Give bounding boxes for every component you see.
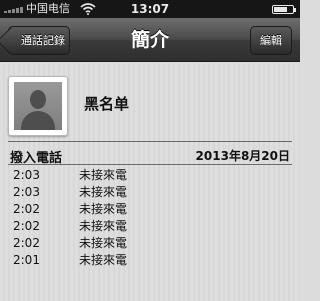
contact-detail-view: 黑名单 撥入電話 2013年8月20日 2:03 未接來電 2:03 未接來電 …	[0, 63, 300, 301]
call-log-row: 2:01 未接來電	[0, 252, 300, 269]
back-button-label: 通話記錄	[21, 34, 65, 47]
call-log-row: 2:03 未接來電	[0, 167, 300, 184]
call-status: 未接來電	[79, 185, 128, 199]
navigation-bar: 簡介 通話記錄 編輯	[0, 18, 300, 62]
call-status: 未接來電	[79, 236, 128, 250]
battery-level-fill	[274, 7, 287, 12]
contact-name: 黑名单	[84, 95, 130, 113]
avatar[interactable]	[8, 76, 68, 136]
call-log-row: 2:02 未接來電	[0, 235, 300, 252]
back-button[interactable]: 通話記錄	[8, 26, 70, 55]
call-time: 2:02	[13, 202, 40, 216]
call-status: 未接來電	[79, 168, 128, 182]
divider	[8, 164, 292, 165]
call-date: 2013年8月20日	[195, 149, 290, 163]
status-bar: 中国电信 13:07	[0, 0, 300, 18]
call-status: 未接來電	[79, 219, 128, 233]
call-log-row: 2:03 未接來電	[0, 184, 300, 201]
call-status: 未接來電	[79, 202, 128, 216]
person-placeholder-icon	[14, 82, 62, 130]
phone-screen: 中国电信 13:07 簡介 通話記錄 編輯 黑名单 撥入電話 2013年8月20…	[0, 0, 300, 301]
call-time: 2:02	[13, 236, 40, 250]
call-time: 2:03	[13, 168, 40, 182]
call-time: 2:02	[13, 219, 40, 233]
edit-button[interactable]: 編輯	[250, 26, 292, 55]
call-log-row: 2:02 未接來電	[0, 201, 300, 218]
divider	[8, 141, 292, 142]
call-time: 2:03	[13, 185, 40, 199]
call-time: 2:01	[13, 253, 40, 267]
call-log-list: 2:03 未接來電 2:03 未接來電 2:02 未接來電 2:02 未接來電 …	[0, 167, 300, 269]
battery-icon	[272, 5, 296, 14]
status-time: 13:07	[130, 2, 170, 16]
call-status: 未接來電	[79, 253, 128, 267]
call-log-row: 2:02 未接來電	[0, 218, 300, 235]
